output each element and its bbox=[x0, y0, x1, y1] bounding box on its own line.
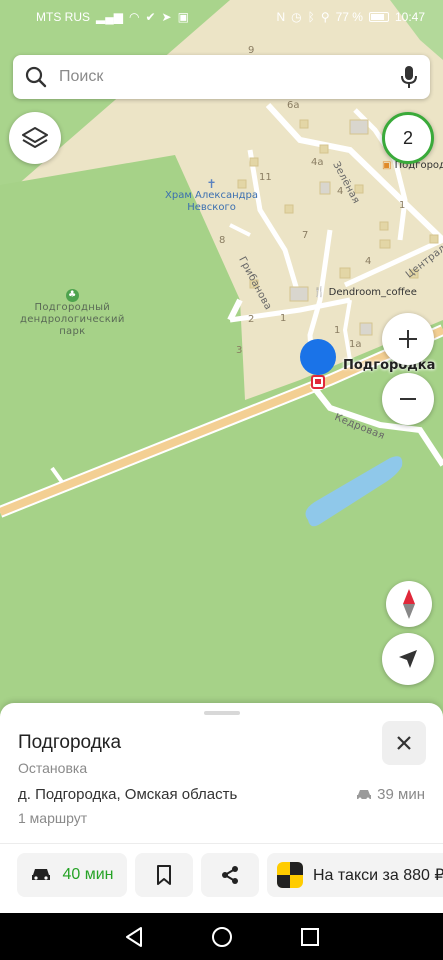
search-input[interactable]: Поиск bbox=[59, 68, 400, 86]
plus-icon bbox=[399, 330, 417, 348]
my-location-button[interactable] bbox=[382, 633, 434, 685]
house-number: 6а bbox=[287, 100, 300, 111]
route-car-time: 40 мин bbox=[62, 866, 114, 883]
house-number: 4а bbox=[311, 157, 324, 168]
house-number: 11 bbox=[259, 172, 272, 183]
house-number: 7 bbox=[302, 230, 309, 241]
church-icon: ✝ bbox=[206, 177, 217, 191]
bluetooth-icon: ᛒ bbox=[307, 10, 315, 24]
place-title: Подгородка bbox=[18, 732, 122, 753]
divider bbox=[0, 843, 443, 844]
close-icon bbox=[397, 736, 411, 750]
search-bar[interactable]: Поиск bbox=[13, 55, 430, 99]
house-number: 1 bbox=[280, 313, 287, 324]
car-icon bbox=[357, 789, 372, 800]
house-number: 2 bbox=[248, 314, 255, 325]
battery-percent: 77 % bbox=[335, 10, 363, 24]
cafe-icon: 🍴 bbox=[313, 287, 326, 298]
location-icon: ⚲ bbox=[320, 10, 330, 24]
system-nav-bar bbox=[0, 913, 443, 960]
church-label[interactable]: ✝ Храм Александра Невского bbox=[165, 178, 258, 214]
navigation-arrow-icon bbox=[399, 650, 417, 668]
route-by-car-button[interactable]: 40 мин bbox=[17, 853, 127, 897]
house-number: 3 bbox=[236, 345, 243, 356]
place-address: д. Подгородка, Омская область bbox=[18, 786, 238, 803]
home-icon[interactable] bbox=[211, 926, 233, 948]
traffic-level-value: 2 bbox=[402, 127, 413, 148]
zoom-out-button[interactable] bbox=[382, 373, 434, 425]
shop-icon: ▣ bbox=[382, 160, 392, 171]
park-label[interactable]: ♣ Подгородный дендрологический парк bbox=[20, 289, 125, 338]
cafe-label[interactable]: 🍴 Dendroom_coffee bbox=[313, 287, 417, 298]
routes-count[interactable]: 1 маршрут bbox=[18, 810, 87, 826]
car-icon bbox=[32, 869, 51, 880]
house-number: 4 bbox=[337, 186, 344, 197]
house-number: 8 bbox=[219, 235, 226, 246]
zoom-in-button[interactable] bbox=[382, 313, 434, 365]
alarm-icon: ◷ bbox=[291, 10, 302, 24]
map-pin-icon bbox=[300, 339, 336, 389]
church-name: Храм Александра Невского bbox=[165, 190, 259, 213]
share-button[interactable] bbox=[201, 853, 259, 897]
cafe-name: Dendroom_coffee bbox=[328, 287, 417, 298]
recents-icon[interactable] bbox=[300, 927, 320, 947]
drive-time-info: 39 мин bbox=[356, 786, 425, 803]
place-type: Остановка bbox=[18, 760, 88, 776]
house-number: 1 bbox=[399, 200, 406, 211]
app-icon: ▣ bbox=[177, 10, 189, 24]
compass-icon bbox=[403, 589, 415, 619]
house-number: 1а bbox=[349, 339, 362, 350]
tree-icon: ♣ bbox=[65, 289, 79, 302]
wifi-icon: ◠ bbox=[128, 10, 140, 24]
carrier-name: MTS RUS bbox=[36, 10, 90, 24]
taxi-price: На такси за 880 ₽ bbox=[313, 867, 443, 884]
taxi-button[interactable]: На такси за 880 ₽ bbox=[267, 853, 443, 897]
selected-stop-pin[interactable] bbox=[298, 338, 338, 390]
taxi-logo-icon bbox=[277, 862, 303, 888]
bookmark-icon bbox=[157, 865, 171, 885]
minus-icon bbox=[400, 398, 416, 400]
battery-icon bbox=[368, 12, 389, 22]
microphone-icon[interactable] bbox=[400, 65, 418, 89]
check-icon: ✔ bbox=[145, 10, 156, 24]
drive-time: 39 мин bbox=[377, 786, 425, 803]
share-icon bbox=[222, 866, 238, 884]
nfc-icon: N bbox=[276, 10, 286, 24]
drag-handle[interactable] bbox=[204, 711, 240, 715]
search-icon bbox=[25, 66, 47, 88]
close-button[interactable] bbox=[382, 721, 426, 765]
layers-button[interactable] bbox=[9, 112, 61, 164]
back-icon[interactable] bbox=[124, 926, 144, 948]
park-name: Подгородный дендрологический парк bbox=[20, 302, 125, 337]
place-card[interactable]: Подгородка Остановка д. Подгородка, Омск… bbox=[0, 703, 443, 913]
status-bar: MTS RUS ▂▄▆ ◠ ✔ ➤ ▣ N ◷ ᛒ ⚲ 77 % 10:47 bbox=[0, 0, 443, 34]
traffic-level-button[interactable]: 2 bbox=[382, 112, 434, 164]
layers-icon bbox=[22, 127, 48, 148]
telegram-icon: ➤ bbox=[161, 10, 172, 24]
clock: 10:47 bbox=[394, 10, 425, 24]
compass-button[interactable] bbox=[386, 581, 432, 627]
house-number: 4 bbox=[365, 256, 372, 267]
signal-icon: ▂▄▆ bbox=[96, 10, 123, 24]
house-number: 1 bbox=[334, 325, 341, 336]
bookmark-button[interactable] bbox=[135, 853, 193, 897]
